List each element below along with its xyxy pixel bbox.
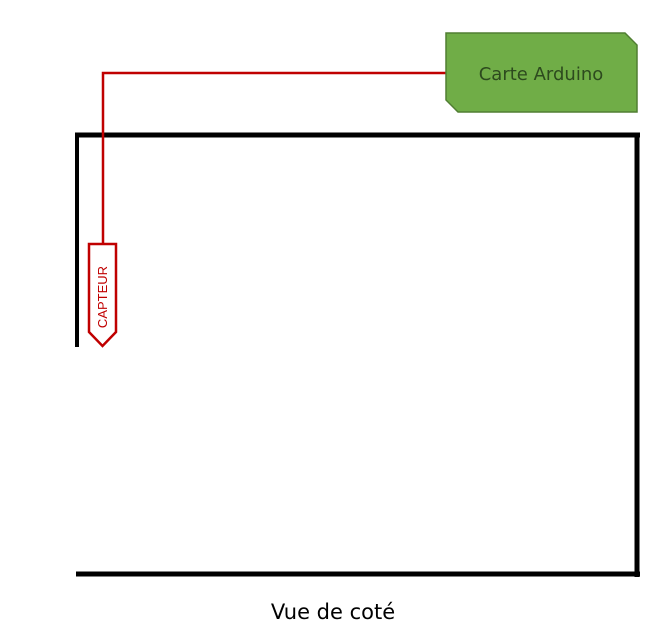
arduino-board: Carte Arduino — [445, 32, 638, 113]
container-outline — [75, 132, 640, 577]
sensor-wire — [101, 71, 446, 244]
sensor: CAPTEUR — [87, 242, 118, 348]
sensor-label: CAPTEUR — [95, 266, 110, 328]
view-caption: Vue de coté — [271, 600, 395, 624]
side-view-diagram: Carte Arduino CAPTEUR Vue de coté — [75, 32, 640, 624]
arduino-board-label: Carte Arduino — [479, 64, 604, 85]
